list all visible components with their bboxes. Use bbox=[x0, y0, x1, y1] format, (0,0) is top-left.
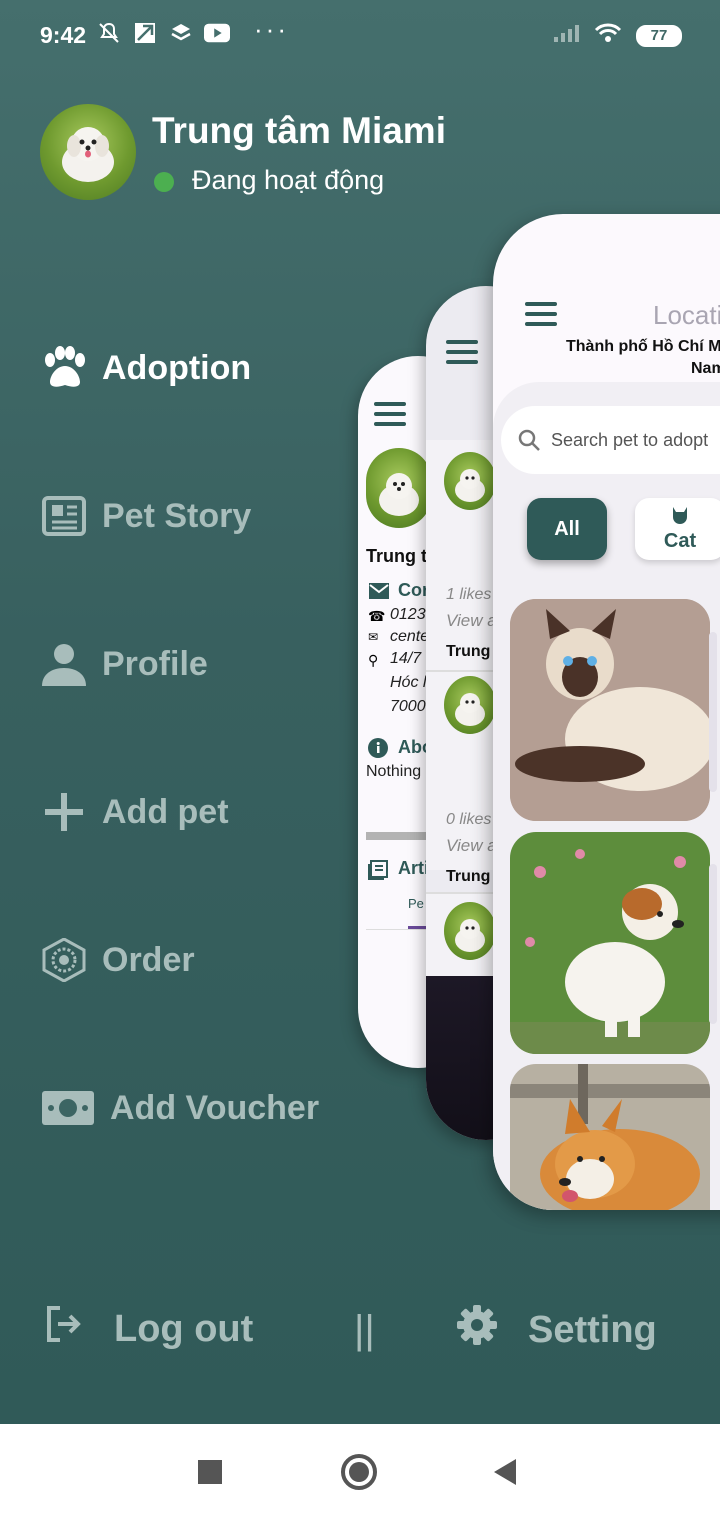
status-bar: 9:42 ··· 77 bbox=[0, 0, 720, 70]
menu-item-add-pet[interactable]: Add pet bbox=[40, 790, 229, 834]
app-notification-icon bbox=[132, 20, 158, 46]
filter-cat-label: Cat bbox=[663, 530, 697, 552]
logout-button[interactable]: Log out bbox=[44, 1304, 253, 1354]
setting-button[interactable]: Setting bbox=[456, 1304, 657, 1356]
menu-label: Add Voucher bbox=[110, 1088, 320, 1127]
info-icon bbox=[368, 738, 388, 763]
newspaper-icon bbox=[40, 494, 88, 538]
menu-item-adoption[interactable]: Adoption bbox=[40, 346, 251, 390]
youtube-icon bbox=[204, 20, 230, 46]
menu-label: Profile bbox=[102, 644, 208, 683]
pet-card-cat[interactable] bbox=[510, 599, 710, 821]
menu-label: Add pet bbox=[102, 792, 229, 831]
menu-label: Pet Story bbox=[102, 496, 252, 535]
mail-icon bbox=[368, 582, 390, 605]
location-value-line2: Nam bbox=[691, 360, 720, 377]
status-time: 9:42 bbox=[40, 22, 87, 48]
menu-icon bbox=[374, 402, 406, 428]
signal-icon bbox=[552, 22, 580, 49]
filter-all-chip[interactable]: All bbox=[527, 498, 607, 560]
avatar bbox=[444, 902, 496, 960]
profile-name: Trung tâm Miami bbox=[152, 110, 446, 151]
menu-item-profile[interactable]: Profile bbox=[40, 642, 208, 686]
home-button[interactable] bbox=[341, 1454, 377, 1490]
avatar bbox=[366, 448, 432, 528]
contact-header: Cor bbox=[398, 580, 429, 600]
menu-item-add-voucher[interactable]: Add Voucher bbox=[40, 1086, 319, 1130]
center-name: Trung t bbox=[366, 546, 427, 566]
location-value[interactable]: Thành phố Hồ Chí M bbox=[566, 338, 720, 356]
cat-icon bbox=[669, 505, 691, 530]
address-line3: 7000 bbox=[390, 698, 426, 715]
filter-cat-chip[interactable]: Cat bbox=[635, 498, 720, 560]
avatar bbox=[444, 452, 496, 510]
phone-icon: ☎ bbox=[368, 608, 386, 624]
menu-item-pet-story[interactable]: Pet Story bbox=[40, 494, 251, 538]
location-pin-icon: ⚲ bbox=[368, 652, 379, 668]
pet-card-corgi[interactable] bbox=[510, 1064, 710, 1210]
muted-bell-icon bbox=[96, 20, 122, 46]
story-author: Trung bbox=[446, 868, 491, 885]
view-all-link[interactable]: View a bbox=[446, 836, 497, 856]
menu-icon[interactable] bbox=[525, 302, 557, 328]
address-line2: Hóc l bbox=[390, 674, 427, 691]
back-button[interactable] bbox=[494, 1459, 516, 1485]
wifi-icon bbox=[594, 22, 622, 49]
system-nav-bar bbox=[0, 1424, 720, 1520]
view-all-link[interactable]: View a bbox=[446, 611, 497, 631]
gear-icon bbox=[456, 1304, 498, 1356]
person-icon bbox=[40, 642, 88, 686]
menu-item-order[interactable]: Order bbox=[40, 938, 195, 982]
articles-header: Arti bbox=[398, 858, 429, 878]
search-icon bbox=[517, 428, 541, 452]
battery-icon: 77 bbox=[636, 24, 682, 47]
address-line1: 14/7 bbox=[390, 650, 422, 667]
more-notifications-icon: ··· bbox=[254, 14, 289, 44]
phone-value: 0123 bbox=[390, 606, 426, 623]
pet-card-puppy[interactable] bbox=[510, 832, 710, 1054]
menu-label: Adoption bbox=[102, 348, 252, 387]
about-text: Nothing bbox=[366, 763, 422, 780]
tab-pet[interactable]: Pe bbox=[408, 896, 424, 911]
email-icon: ✉ bbox=[368, 630, 379, 644]
menu-label: Order bbox=[102, 940, 195, 979]
location-label: Locati bbox=[653, 300, 720, 330]
logout-icon bbox=[44, 1304, 84, 1354]
recents-button[interactable] bbox=[198, 1460, 222, 1484]
avatar[interactable] bbox=[40, 104, 136, 200]
likes-count: 0 likes bbox=[446, 811, 492, 828]
likes-count: 1 likes bbox=[446, 586, 492, 603]
story-author: Trung bbox=[446, 643, 491, 660]
setting-label: Setting bbox=[528, 1308, 657, 1351]
search-placeholder: Search pet to adopt bbox=[551, 429, 709, 450]
email-value: cente bbox=[390, 628, 430, 645]
search-field[interactable]: Search pet to adopt bbox=[501, 406, 720, 474]
menu-icon bbox=[446, 340, 478, 366]
actions-separator: || bbox=[354, 1308, 375, 1352]
article-icon bbox=[368, 860, 388, 885]
logout-label: Log out bbox=[114, 1307, 254, 1350]
hexagon-order-icon bbox=[40, 938, 88, 982]
profile-status: Đang hoạt động bbox=[192, 165, 385, 195]
layers-icon bbox=[168, 20, 194, 46]
online-status-dot bbox=[154, 172, 174, 192]
pet-card-edge bbox=[709, 864, 717, 1024]
paw-icon bbox=[40, 346, 88, 390]
adoption-page-preview[interactable]: Locati Thành phố Hồ Chí M Nam Search pet… bbox=[493, 214, 720, 1210]
drawer-screen: 9:42 ··· 77 Trung tâm Miami Đang hoạt độ… bbox=[0, 0, 720, 1424]
pet-card-edge bbox=[709, 632, 717, 792]
money-icon bbox=[40, 1086, 96, 1130]
filter-all-label: All bbox=[554, 517, 580, 540]
plus-icon bbox=[40, 790, 88, 834]
avatar bbox=[444, 676, 496, 734]
